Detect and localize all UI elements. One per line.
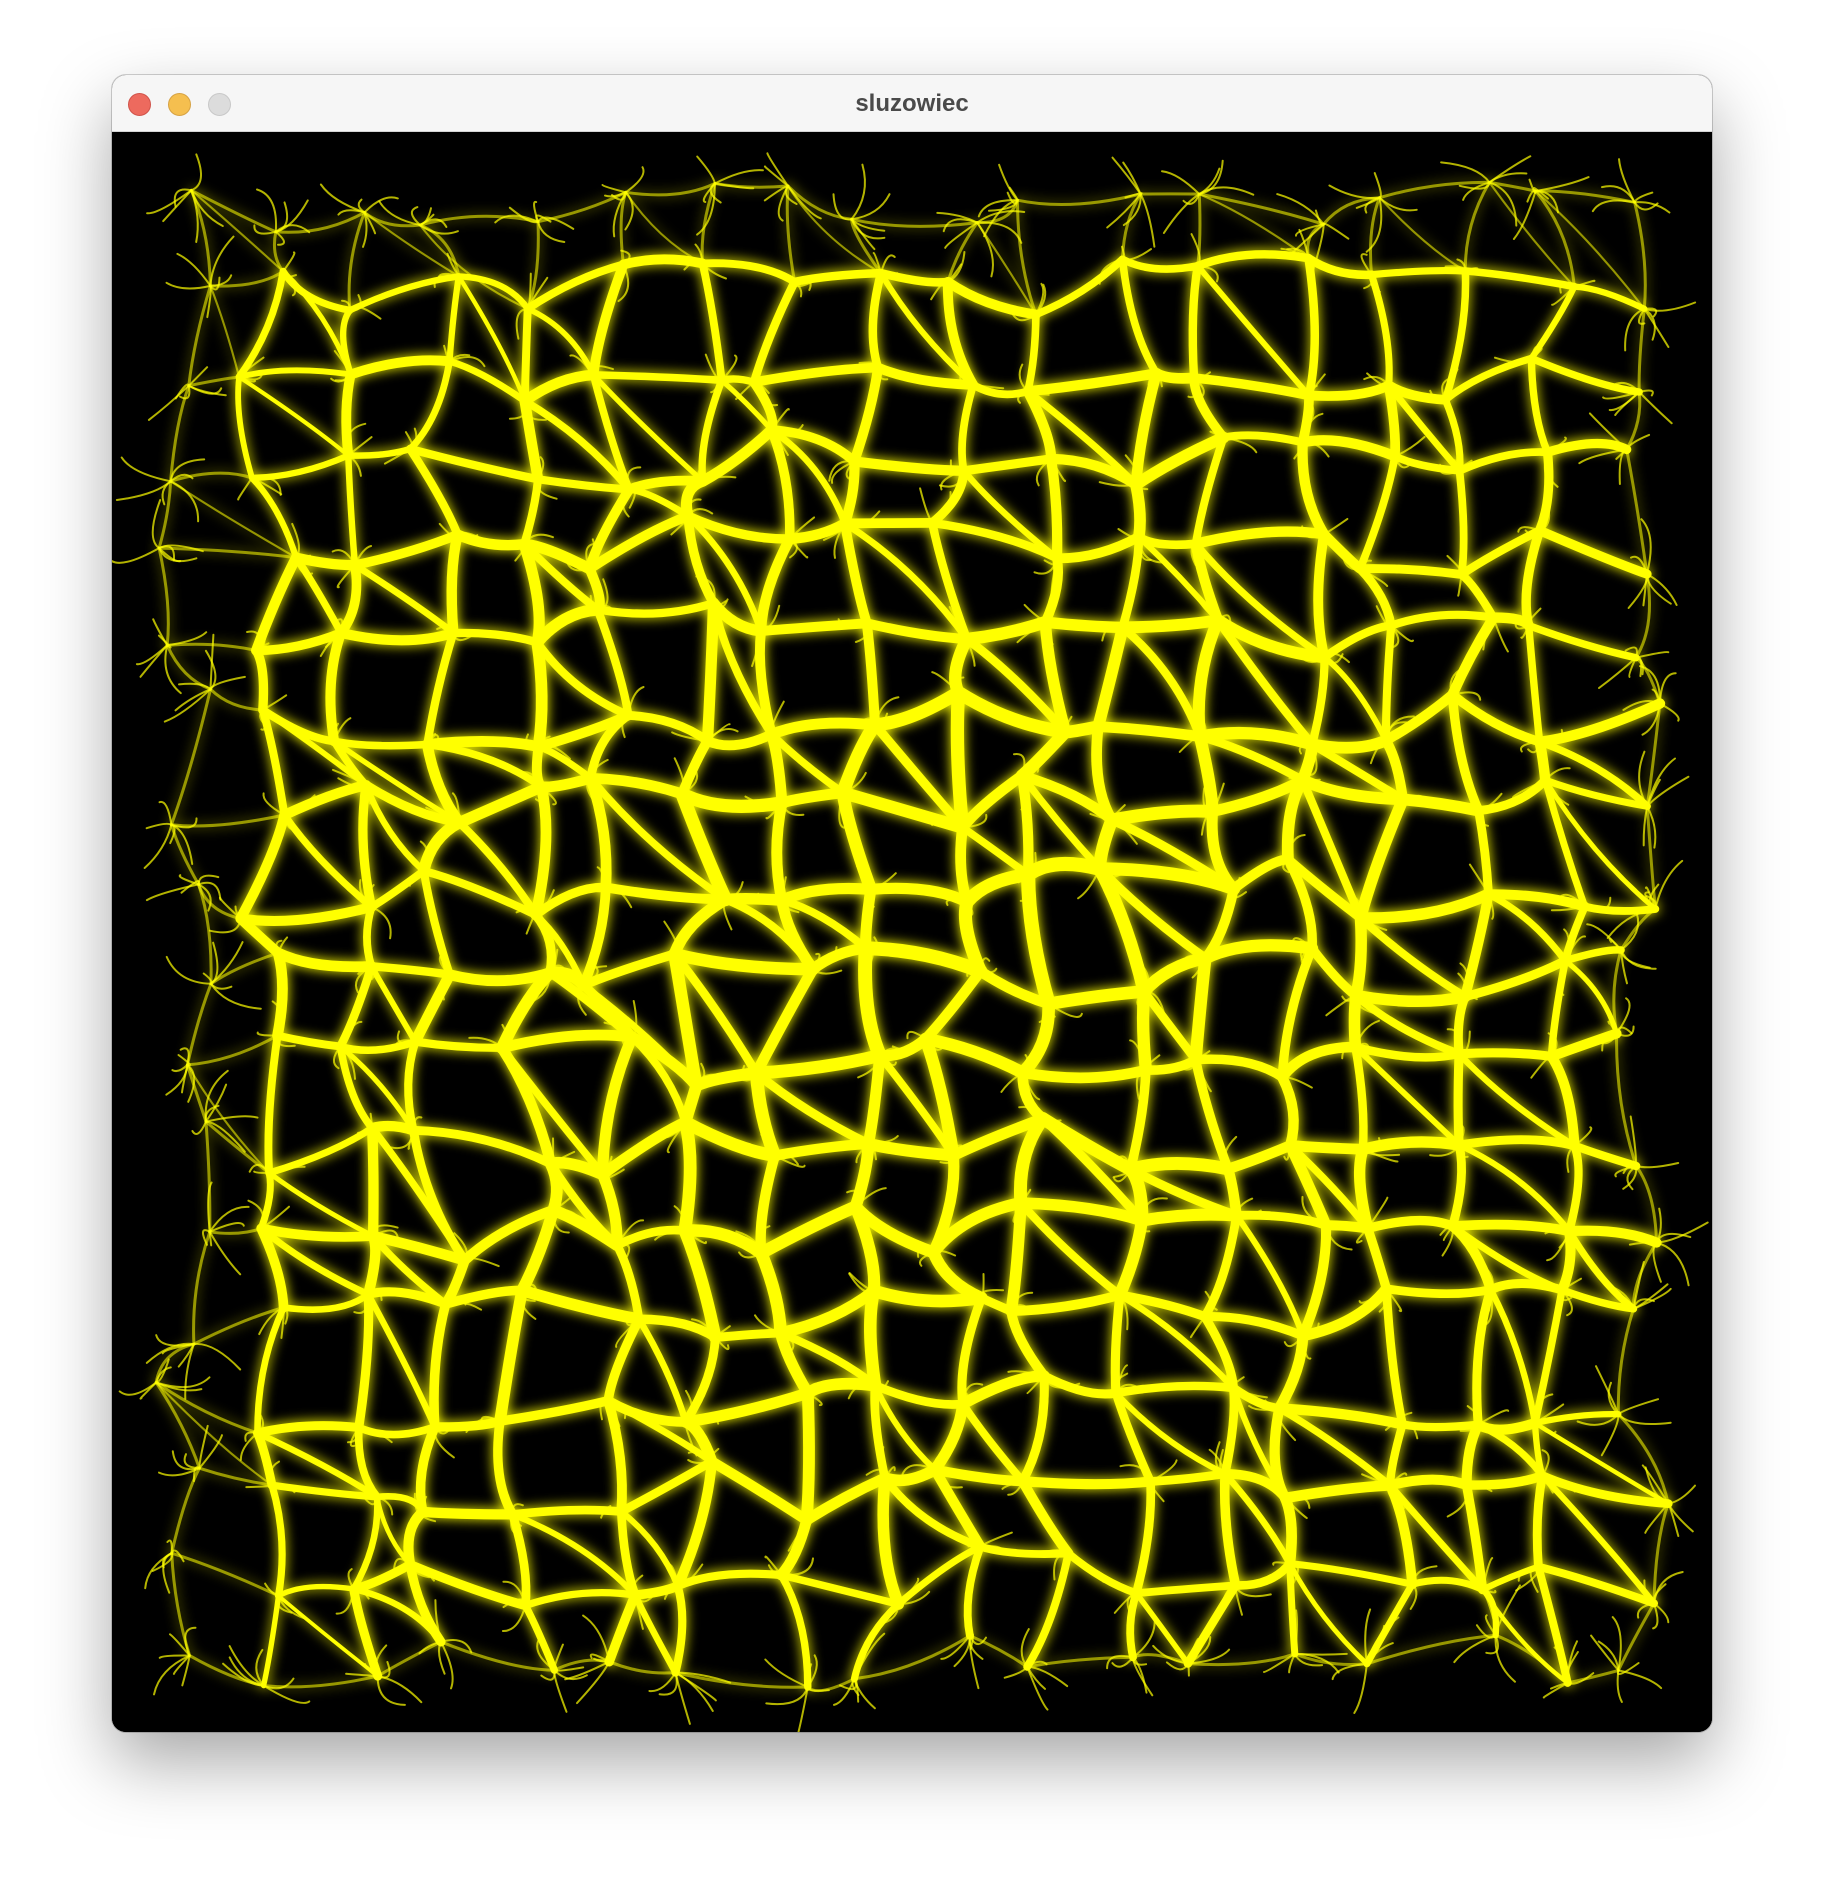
vein: [678, 1115, 697, 1238]
vein: [1367, 266, 1469, 279]
vein: [1124, 1157, 1235, 1176]
vein: [1320, 1220, 1373, 1234]
vein: [771, 797, 788, 906]
vein: [1580, 902, 1660, 915]
vein: [1135, 1208, 1243, 1227]
vein: [1532, 1471, 1547, 1572]
vein: [341, 369, 356, 461]
vein: [1385, 1474, 1472, 1491]
vein: [417, 1506, 518, 1520]
vein: [864, 1284, 882, 1392]
title-bar[interactable]: sluzowiec: [112, 75, 1712, 132]
vein: [1188, 261, 1202, 383]
vein: [1455, 466, 1468, 579]
vein: [1453, 1049, 1464, 1150]
vein: [1398, 1420, 1483, 1432]
vein: [1110, 1290, 1125, 1398]
vein: [800, 1387, 815, 1527]
vein: [840, 518, 938, 529]
vein: [520, 304, 532, 405]
vein: [1454, 1048, 1557, 1061]
vein: [618, 254, 708, 270]
vein: [710, 1328, 786, 1342]
app-window: sluzowiec: [112, 75, 1712, 1732]
vein: [1534, 736, 1551, 786]
vein: [955, 822, 973, 908]
vein: [1116, 614, 1224, 634]
vein: [1039, 616, 1129, 634]
tendril: [1293, 1652, 1348, 1656]
vein: [1382, 1284, 1496, 1299]
vein: [363, 903, 376, 971]
vein: [531, 636, 548, 753]
vein: [366, 1122, 379, 1242]
vein: [860, 883, 877, 954]
vein: [1284, 1140, 1369, 1155]
vein: [1136, 985, 1153, 1077]
slime-network-render: [112, 132, 1712, 1732]
vein: [701, 597, 720, 747]
simulation-canvas[interactable]: [112, 132, 1712, 1732]
vein: [1350, 912, 1367, 1002]
vein: [272, 947, 288, 1041]
vein: [531, 741, 547, 792]
vein: [1017, 1476, 1156, 1490]
vein: [1130, 478, 1146, 543]
vein: [1348, 989, 1362, 1053]
vein: [446, 529, 463, 639]
vein: [1350, 989, 1471, 1008]
vein: [330, 737, 432, 750]
vein: [508, 1505, 626, 1519]
vein: [366, 1120, 419, 1136]
vein: [1151, 367, 1200, 384]
window-title: sluzowiec: [855, 90, 969, 117]
vein: [950, 685, 970, 835]
